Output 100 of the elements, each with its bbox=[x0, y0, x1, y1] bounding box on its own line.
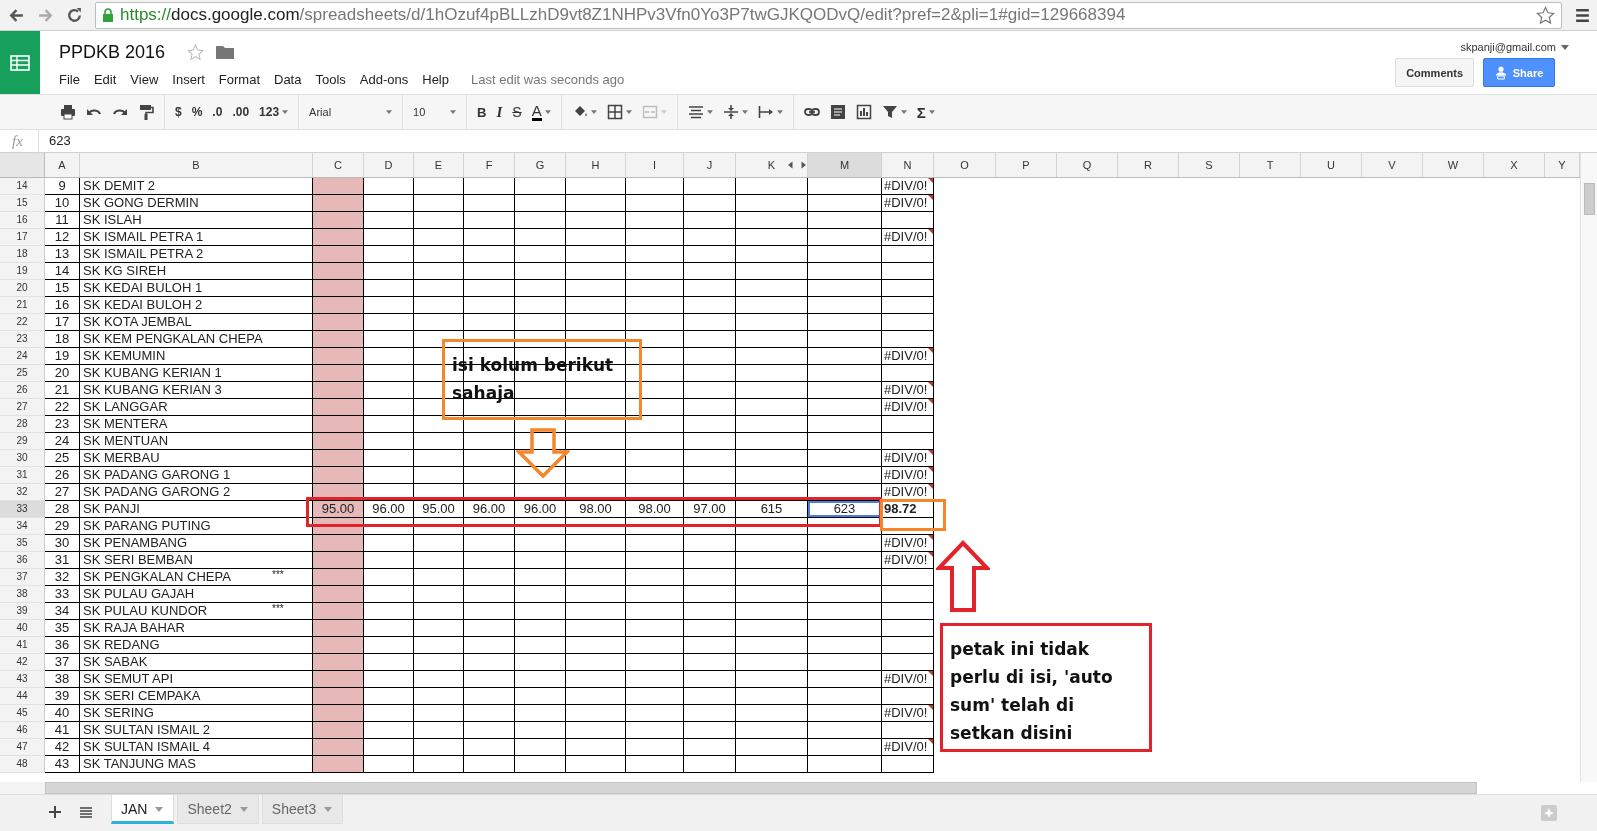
row-number[interactable]: 14 bbox=[0, 178, 45, 195]
horizontal-scrollbar[interactable] bbox=[45, 782, 1477, 794]
row-number[interactable]: 32 bbox=[0, 484, 45, 501]
sheet-tab[interactable]: JAN bbox=[111, 795, 175, 824]
account-menu[interactable]: skpanji@gmail.com bbox=[1460, 41, 1556, 53]
row-number[interactable]: 34 bbox=[0, 518, 45, 535]
row-number[interactable]: 23 bbox=[0, 331, 45, 348]
vertical-scrollbar[interactable] bbox=[1580, 153, 1597, 782]
align-icon[interactable] bbox=[687, 104, 704, 120]
sheet-tab[interactable]: Sheet2 bbox=[177, 795, 259, 824]
print-icon[interactable] bbox=[60, 104, 76, 120]
row-number[interactable]: 37 bbox=[0, 569, 45, 586]
sheet-tab[interactable]: Sheet3 bbox=[261, 795, 344, 824]
row-number[interactable]: 43 bbox=[0, 671, 45, 688]
menu-item[interactable]: Tools bbox=[315, 72, 346, 87]
column-header[interactable]: J bbox=[684, 153, 736, 177]
row-number[interactable]: 42 bbox=[0, 654, 45, 671]
row-number[interactable]: 26 bbox=[0, 382, 45, 399]
hidden-columns-icon[interactable] bbox=[788, 161, 806, 169]
paint-format-icon[interactable] bbox=[138, 104, 154, 120]
text-wrap-icon[interactable] bbox=[757, 104, 774, 120]
comments-button[interactable]: Comments bbox=[1395, 58, 1474, 87]
row-number[interactable]: 16 bbox=[0, 212, 45, 229]
menu-item[interactable]: Insert bbox=[172, 72, 205, 87]
column-header[interactable]: R bbox=[1118, 153, 1179, 177]
column-header[interactable]: W bbox=[1423, 153, 1484, 177]
sheet-list-icon[interactable] bbox=[80, 806, 92, 818]
text-color-button[interactable]: A bbox=[531, 103, 542, 121]
row-number[interactable]: 25 bbox=[0, 365, 45, 382]
add-sheet-icon[interactable] bbox=[49, 806, 61, 818]
column-header[interactable]: X bbox=[1484, 153, 1545, 177]
currency-format-button[interactable]: $ bbox=[175, 105, 182, 119]
chart-icon[interactable] bbox=[855, 104, 872, 120]
italic-button[interactable]: I bbox=[496, 103, 503, 121]
caret-icon[interactable] bbox=[1561, 44, 1569, 50]
row-number[interactable]: 15 bbox=[0, 195, 45, 212]
menu-item[interactable]: Help bbox=[422, 72, 449, 87]
formula-input[interactable]: 623 bbox=[38, 129, 1597, 153]
column-header[interactable]: D bbox=[364, 153, 414, 177]
increase-decimals-button[interactable]: .00 bbox=[232, 105, 250, 119]
column-header[interactable]: S bbox=[1179, 153, 1240, 177]
menu-item[interactable]: Edit bbox=[93, 72, 117, 87]
comment-icon[interactable] bbox=[829, 104, 846, 120]
column-header[interactable]: U bbox=[1301, 153, 1362, 177]
row-number[interactable]: 39 bbox=[0, 603, 45, 620]
filter-icon[interactable] bbox=[881, 104, 898, 120]
column-header[interactable]: P bbox=[996, 153, 1057, 177]
row-number[interactable]: 19 bbox=[0, 263, 45, 280]
more-formats-button[interactable]: 123 bbox=[259, 105, 280, 119]
bookmark-star-icon[interactable] bbox=[1536, 5, 1555, 25]
row-number[interactable]: 47 bbox=[0, 739, 45, 756]
folder-icon[interactable] bbox=[216, 45, 235, 59]
column-header[interactable]: Q bbox=[1057, 153, 1118, 177]
row-number[interactable]: 45 bbox=[0, 705, 45, 722]
column-header[interactable]: N bbox=[882, 153, 934, 177]
row-number[interactable]: 21 bbox=[0, 297, 45, 314]
sheets-logo[interactable] bbox=[0, 31, 40, 94]
row-number[interactable]: 35 bbox=[0, 535, 45, 552]
column-header[interactable]: T bbox=[1240, 153, 1301, 177]
font-size-dropdown[interactable]: 10 bbox=[413, 106, 448, 118]
menu-item[interactable]: View bbox=[130, 72, 159, 87]
row-number[interactable]: 20 bbox=[0, 280, 45, 297]
star-icon[interactable] bbox=[187, 43, 205, 61]
last-edit-status[interactable]: Last edit was seconds ago bbox=[471, 72, 625, 87]
row-number[interactable]: 38 bbox=[0, 586, 45, 603]
document-title[interactable]: PPDKB 2016 bbox=[59, 41, 166, 63]
column-header[interactable]: M bbox=[808, 153, 882, 177]
row-number[interactable]: 22 bbox=[0, 314, 45, 331]
column-header[interactable]: F bbox=[464, 153, 515, 177]
row-number[interactable]: 27 bbox=[0, 399, 45, 416]
column-header[interactable]: V bbox=[1362, 153, 1423, 177]
menu-item[interactable]: File bbox=[59, 72, 80, 87]
menu-icon[interactable] bbox=[1574, 6, 1591, 24]
row-number[interactable]: 33 bbox=[0, 501, 45, 518]
row-number[interactable]: 36 bbox=[0, 552, 45, 569]
menu-item[interactable]: Data bbox=[274, 72, 302, 87]
bold-button[interactable]: B bbox=[477, 104, 487, 120]
row-number[interactable]: 24 bbox=[0, 348, 45, 365]
column-header[interactable]: G bbox=[515, 153, 566, 177]
row-number[interactable]: 17 bbox=[0, 229, 45, 246]
column-header[interactable]: O bbox=[934, 153, 996, 177]
strikethrough-button[interactable]: S bbox=[512, 104, 522, 120]
column-header[interactable]: H bbox=[566, 153, 626, 177]
column-header[interactable]: C bbox=[313, 153, 364, 177]
row-number[interactable]: 41 bbox=[0, 637, 45, 654]
row-number[interactable]: 18 bbox=[0, 246, 45, 263]
menu-item[interactable]: Add-ons bbox=[359, 72, 409, 87]
column-header[interactable]: B bbox=[80, 153, 313, 177]
column-header[interactable]: I bbox=[626, 153, 684, 177]
reload-icon[interactable] bbox=[66, 6, 83, 24]
row-number[interactable]: 28 bbox=[0, 416, 45, 433]
menu-item[interactable]: Format bbox=[218, 72, 260, 87]
functions-button[interactable]: Σ bbox=[916, 103, 926, 121]
row-number[interactable]: 46 bbox=[0, 722, 45, 739]
percent-format-button[interactable]: % bbox=[191, 105, 203, 119]
decrease-decimals-button[interactable]: .0 bbox=[212, 105, 223, 119]
font-dropdown[interactable]: Arial bbox=[309, 106, 384, 118]
row-number[interactable]: 48 bbox=[0, 756, 45, 773]
vertical-align-icon[interactable] bbox=[722, 104, 739, 120]
caret-icon[interactable] bbox=[155, 807, 164, 812]
